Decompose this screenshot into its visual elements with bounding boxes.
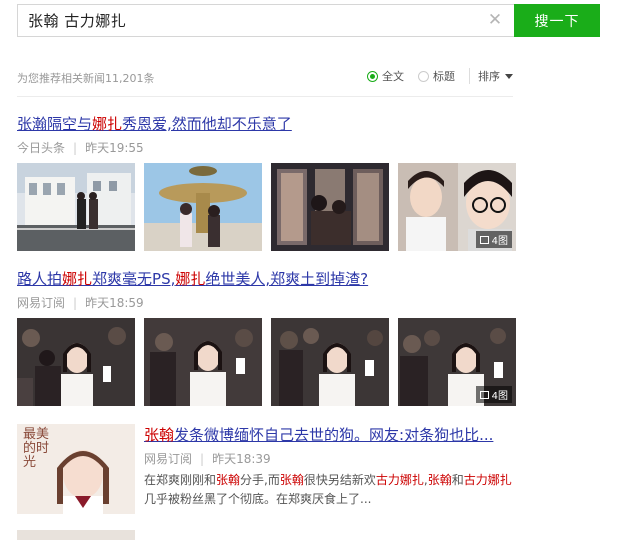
search-bar: 张翰 古力娜扎 ✕ 搜一下 [17, 4, 600, 37]
chevron-down-icon [505, 74, 513, 79]
thumbnail[interactable] [271, 163, 389, 251]
clear-icon[interactable]: ✕ [486, 11, 504, 29]
result-body: 张翰发条微博缅怀自己去世的狗。网友:对条狗也比... 网易订阅 | 昨天18:39 … [144, 424, 514, 509]
filter-bar: 为您推荐相关新闻11,201条 全文 标题 排序 [17, 68, 513, 86]
image-count-badge: 4图 [475, 231, 512, 248]
radio-selected-icon [367, 70, 378, 82]
snippet-highlight: 张翰 [279, 473, 304, 487]
result-source: 网易订阅 [144, 452, 193, 466]
snippet-text: 很快另结新欢 [303, 473, 376, 487]
search-input[interactable]: 张翰 古力娜扎 ✕ [17, 4, 514, 37]
gallery-icon [479, 390, 489, 399]
result-time: 昨天19:55 [85, 141, 144, 155]
result-meta: 今日头条 | 昨天19:55 [17, 139, 517, 156]
thumbnail[interactable] [144, 163, 262, 251]
thumbnail[interactable] [17, 163, 135, 251]
filter-options: 全文 标题 排序 [367, 68, 513, 84]
snippet-highlight: 古力娜扎 [375, 473, 424, 487]
meta-separator: | [73, 140, 78, 155]
search-query-text: 张翰 古力娜扎 [28, 12, 127, 30]
result-time: 昨天18:39 [212, 452, 271, 466]
result-item-partial [17, 530, 517, 540]
thumbnail[interactable]: 4图 [398, 318, 516, 406]
title-text: 郑爽毫无PS, [92, 270, 176, 288]
divider [17, 96, 513, 97]
filter-full-text-label: 全文 [382, 70, 404, 83]
title-highlight: 娜扎 [175, 270, 206, 288]
thumbnail-caption: 最美的时光 [23, 427, 50, 470]
thumbnail[interactable] [17, 530, 135, 540]
snippet-text: 几乎被粉丝黑了个彻底。在郑爽厌食上了... [144, 492, 372, 506]
snippet-highlight: 古力娜扎 [463, 473, 512, 487]
title-text: 路人拍 [17, 270, 63, 288]
snippet-highlight: 张翰 [427, 473, 452, 487]
snippet-text: 在郑爽刚刚和 [144, 473, 217, 487]
thumbnail-row: 4图 [17, 318, 517, 406]
result-meta: 网易订阅 | 昨天18:59 [17, 294, 517, 311]
result-time: 昨天18:59 [85, 296, 144, 310]
result-item: 路人拍娜扎郑爽毫无PS,娜扎绝世美人,郑爽土到掉渣? 网易订阅 | 昨天18:59 … [17, 268, 517, 406]
image-count-badge: 4图 [475, 386, 512, 403]
search-button[interactable]: 搜一下 [514, 4, 600, 37]
thumbnail[interactable]: 最美的时光 [17, 424, 135, 514]
title-highlight: 娜扎 [62, 270, 93, 288]
news-search-page: 张翰 古力娜扎 ✕ 搜一下 为您推荐相关新闻11,201条 全文 标题 排序 张… [0, 0, 640, 540]
snippet-text: 和 [451, 473, 464, 487]
meta-separator: | [73, 295, 78, 310]
thumbnail-row: 4图 [17, 163, 517, 251]
result-item: 最美的时光 张翰发条微博缅怀自己去世的狗。网友:对条狗也比... 网易订阅 | 昨天… [17, 424, 517, 516]
snippet-highlight: 张翰 [216, 473, 241, 487]
title-text: 绝世美人,郑爽土到掉渣? [205, 270, 369, 288]
filter-title[interactable]: 标题 [418, 68, 455, 84]
sort-dropdown[interactable]: 排序 [469, 68, 513, 84]
thumbnail[interactable] [17, 318, 135, 406]
thumbnail[interactable] [144, 318, 262, 406]
result-source: 今日头条 [17, 141, 66, 155]
thumbnail[interactable] [271, 318, 389, 406]
title-text: 张瀚隔空与 [17, 115, 93, 133]
result-item: 张瀚隔空与娜扎秀恩爱,然而他却不乐意了 今日头条 | 昨天19:55 4图 [17, 113, 517, 251]
meta-separator: | [200, 451, 205, 466]
filter-title-label: 标题 [433, 70, 455, 83]
thumbnail[interactable]: 4图 [398, 163, 516, 251]
title-highlight: 张翰 [144, 426, 175, 444]
filter-full-text[interactable]: 全文 [367, 68, 404, 84]
sort-label: 排序 [478, 70, 500, 83]
result-meta: 网易订阅 | 昨天18:39 [144, 450, 514, 467]
title-text: 发条微博缅怀自己去世的狗。网友:对条狗也比... [174, 426, 494, 444]
image-count: 4图 [491, 236, 508, 247]
gallery-icon [479, 235, 489, 244]
result-title-link[interactable]: 张翰发条微博缅怀自己去世的狗。网友:对条狗也比... [144, 424, 514, 445]
title-text: 秀恩爱,然而他却不乐意了 [122, 115, 292, 133]
result-snippet: 在郑爽刚刚和张翰分手,而张翰很快另结新欢古力娜扎,张翰和古力娜扎几乎被粉丝黑了个… [144, 471, 514, 509]
result-count: 为您推荐相关新闻11,201条 [17, 72, 155, 85]
result-source: 网易订阅 [17, 296, 66, 310]
snippet-text: 分手,而 [240, 473, 280, 487]
title-highlight: 娜扎 [92, 115, 123, 133]
result-title-link[interactable]: 张瀚隔空与娜扎秀恩爱,然而他却不乐意了 [17, 113, 517, 134]
radio-unselected-icon [418, 70, 429, 82]
image-count: 4图 [491, 391, 508, 402]
result-title-link[interactable]: 路人拍娜扎郑爽毫无PS,娜扎绝世美人,郑爽土到掉渣? [17, 268, 517, 289]
